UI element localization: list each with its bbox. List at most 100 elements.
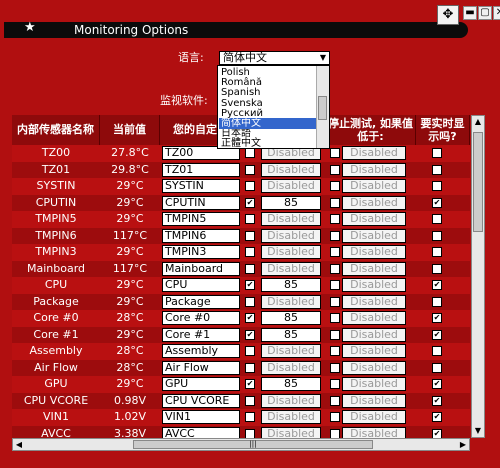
threshold-checkbox[interactable] bbox=[245, 395, 255, 406]
realtime-checkbox[interactable] bbox=[432, 263, 442, 274]
stop-test-checkbox[interactable] bbox=[330, 263, 340, 274]
stop-test-input[interactable]: Disabled bbox=[342, 146, 406, 160]
threshold-checkbox[interactable]: ✔ bbox=[245, 329, 255, 340]
threshold-checkbox[interactable] bbox=[245, 247, 255, 257]
stop-test-input[interactable]: Disabled bbox=[342, 278, 406, 292]
realtime-checkbox[interactable] bbox=[432, 230, 442, 241]
stop-test-checkbox[interactable] bbox=[330, 313, 340, 323]
threshold-input[interactable]: Disabled bbox=[261, 162, 321, 177]
realtime-checkbox[interactable] bbox=[432, 247, 442, 257]
realtime-checkbox[interactable]: ✔ bbox=[432, 395, 442, 406]
realtime-checkbox[interactable]: ✔ bbox=[432, 313, 442, 323]
custom-name-input[interactable]: VIN1 bbox=[162, 410, 240, 424]
maximize-button[interactable]: ▢ bbox=[478, 6, 492, 20]
stop-test-input[interactable]: Disabled bbox=[342, 294, 406, 309]
close-button[interactable]: ✕ bbox=[493, 6, 500, 20]
custom-name-input[interactable]: GPU bbox=[162, 377, 240, 391]
custom-name-input[interactable]: TZ01 bbox=[162, 162, 240, 177]
custom-name-input[interactable]: CPUTIN bbox=[162, 195, 240, 210]
move-button[interactable]: ✥ bbox=[437, 5, 459, 25]
scroll-right-icon[interactable]: ▶ bbox=[457, 439, 469, 451]
threshold-input[interactable]: 85 bbox=[261, 377, 321, 391]
threshold-input[interactable]: Disabled bbox=[261, 360, 321, 375]
stop-test-input[interactable]: Disabled bbox=[342, 212, 406, 226]
custom-name-input[interactable]: TMPIN5 bbox=[162, 212, 240, 226]
custom-name-input[interactable]: SYSTIN bbox=[162, 179, 240, 193]
threshold-checkbox[interactable] bbox=[245, 428, 255, 438]
stop-test-checkbox[interactable] bbox=[330, 148, 340, 158]
threshold-checkbox[interactable]: ✔ bbox=[245, 197, 255, 208]
horizontal-scroll-thumb[interactable]: ||| bbox=[133, 440, 373, 449]
threshold-input[interactable]: Disabled bbox=[261, 393, 321, 408]
language-option[interactable]: 正體中文 bbox=[219, 138, 318, 148]
realtime-checkbox[interactable] bbox=[432, 296, 442, 307]
stop-test-input[interactable]: Disabled bbox=[342, 410, 406, 424]
realtime-checkbox[interactable] bbox=[432, 148, 442, 158]
custom-name-input[interactable]: Package bbox=[162, 294, 240, 309]
stop-test-checkbox[interactable] bbox=[330, 296, 340, 307]
realtime-checkbox[interactable]: ✔ bbox=[432, 197, 442, 208]
stop-test-checkbox[interactable] bbox=[330, 346, 340, 356]
realtime-checkbox[interactable]: ✔ bbox=[432, 428, 442, 438]
stop-test-checkbox[interactable] bbox=[330, 181, 340, 191]
threshold-checkbox[interactable]: ✔ bbox=[245, 379, 255, 389]
threshold-input[interactable]: 85 bbox=[261, 278, 321, 292]
realtime-checkbox[interactable]: ✔ bbox=[432, 412, 442, 422]
stop-test-checkbox[interactable] bbox=[330, 197, 340, 208]
language-option[interactable]: Русский bbox=[219, 108, 318, 119]
threshold-input[interactable]: Disabled bbox=[261, 410, 321, 424]
realtime-checkbox[interactable] bbox=[432, 181, 442, 191]
realtime-checkbox[interactable]: ✔ bbox=[432, 329, 442, 340]
scroll-left-icon[interactable]: ◀ bbox=[13, 439, 25, 451]
stop-test-input[interactable]: Disabled bbox=[342, 228, 406, 243]
custom-name-input[interactable]: AVCC bbox=[162, 426, 240, 438]
threshold-checkbox[interactable] bbox=[245, 412, 255, 422]
realtime-checkbox[interactable] bbox=[432, 214, 442, 224]
stop-test-input[interactable]: Disabled bbox=[342, 426, 406, 438]
realtime-checkbox[interactable] bbox=[432, 164, 442, 175]
stop-test-input[interactable]: Disabled bbox=[342, 327, 406, 342]
stop-test-checkbox[interactable] bbox=[330, 164, 340, 175]
stop-test-checkbox[interactable] bbox=[330, 214, 340, 224]
language-select[interactable]: 简体中文 ▼ bbox=[219, 51, 330, 65]
threshold-input[interactable]: 85 bbox=[261, 327, 321, 342]
custom-name-input[interactable]: TMPIN3 bbox=[162, 245, 240, 259]
threshold-input[interactable]: Disabled bbox=[261, 261, 321, 276]
stop-test-checkbox[interactable] bbox=[330, 395, 340, 406]
stop-test-input[interactable]: Disabled bbox=[342, 360, 406, 375]
threshold-input[interactable]: 85 bbox=[261, 195, 321, 210]
language-option[interactable]: Svenska bbox=[219, 98, 318, 109]
horizontal-scrollbar[interactable]: ◀ ||| ▶ bbox=[12, 438, 470, 451]
threshold-checkbox[interactable] bbox=[245, 296, 255, 307]
custom-name-input[interactable]: Core #0 bbox=[162, 311, 240, 325]
threshold-checkbox[interactable] bbox=[245, 263, 255, 274]
vertical-scroll-thumb[interactable] bbox=[473, 132, 483, 232]
threshold-checkbox[interactable] bbox=[245, 148, 255, 158]
stop-test-input[interactable]: Disabled bbox=[342, 179, 406, 193]
threshold-checkbox[interactable] bbox=[245, 164, 255, 175]
custom-name-input[interactable]: CPU bbox=[162, 278, 240, 292]
language-option[interactable]: 日本語 bbox=[219, 128, 318, 139]
stop-test-checkbox[interactable] bbox=[330, 329, 340, 340]
stop-test-input[interactable]: Disabled bbox=[342, 245, 406, 259]
threshold-checkbox[interactable] bbox=[245, 181, 255, 191]
stop-test-checkbox[interactable] bbox=[330, 379, 340, 389]
threshold-checkbox[interactable]: ✔ bbox=[245, 313, 255, 323]
realtime-checkbox[interactable] bbox=[432, 362, 442, 373]
language-option[interactable]: Polish bbox=[219, 67, 318, 78]
threshold-checkbox[interactable] bbox=[245, 362, 255, 373]
realtime-checkbox[interactable]: ✔ bbox=[432, 280, 442, 290]
threshold-checkbox[interactable] bbox=[245, 230, 255, 241]
threshold-input[interactable]: Disabled bbox=[261, 179, 321, 193]
language-dropdown-list[interactable]: 正體中文 日本語 简体中文 Русский Svenska Spanish Română Po… bbox=[217, 65, 330, 149]
stop-test-input[interactable]: Disabled bbox=[342, 344, 406, 358]
custom-name-input[interactable]: Assembly bbox=[162, 344, 240, 358]
threshold-checkbox[interactable]: ✔ bbox=[245, 280, 255, 290]
vertical-scrollbar[interactable]: ▲ ▼ bbox=[471, 115, 485, 438]
language-option[interactable]: 简体中文 bbox=[219, 118, 318, 129]
custom-name-input[interactable]: Core #1 bbox=[162, 327, 240, 342]
stop-test-checkbox[interactable] bbox=[330, 230, 340, 241]
stop-test-input[interactable]: Disabled bbox=[342, 162, 406, 177]
language-option[interactable]: Română bbox=[219, 77, 318, 88]
realtime-checkbox[interactable] bbox=[432, 346, 442, 356]
